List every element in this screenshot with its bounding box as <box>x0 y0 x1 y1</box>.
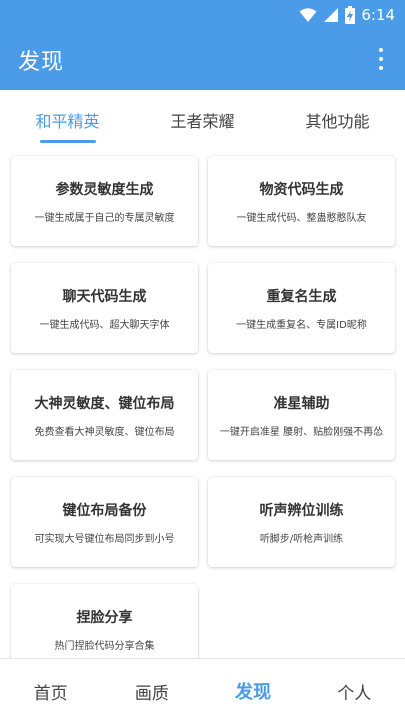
card-duplicate-name-generator[interactable]: 重复名生成 一键生成重复名、专属ID昵称 <box>208 263 395 353</box>
tab-honor-of-kings[interactable]: 王者荣耀 <box>135 90 270 148</box>
card-chat-code-generator[interactable]: 聊天代码生成 一键生成代码、超大聊天字体 <box>11 263 198 353</box>
card-item-code-generator[interactable]: 物资代码生成 一键生成代码、整蛊憨憨队友 <box>208 156 395 246</box>
card-description: 免费查看大神灵敏度、键位布局 <box>34 426 175 438</box>
nav-profile[interactable]: 个人 <box>304 659 405 720</box>
battery-charging-icon <box>345 6 356 24</box>
card-title: 大神灵敏度、键位布局 <box>34 395 175 412</box>
app-bar: 发现 <box>0 28 405 90</box>
card-description: 一键生成重复名、专属ID昵称 <box>236 319 367 331</box>
bottom-navigation: 首页 画质 发现 个人 <box>0 658 405 720</box>
feature-grid: 参数灵敏度生成 一键生成属于自己的专属灵敏度 物资代码生成 一键生成代码、整蛊憨… <box>11 156 395 658</box>
status-time: 6:14 <box>361 6 395 24</box>
card-description: 一键生成代码、整蛊憨憨队友 <box>236 212 367 224</box>
wifi-icon <box>299 8 317 22</box>
card-title: 听声辨位训练 <box>259 502 344 519</box>
more-options-icon[interactable] <box>371 48 391 70</box>
nav-graphics[interactable]: 画质 <box>101 659 202 720</box>
card-title: 物资代码生成 <box>259 181 344 198</box>
card-description: 可实现大号键位布局同步到小号 <box>34 533 175 545</box>
signal-icon <box>324 8 339 22</box>
card-pro-sensitivity-layout[interactable]: 大神灵敏度、键位布局 免费查看大神灵敏度、键位布局 <box>11 370 198 460</box>
card-title: 捏脸分享 <box>76 609 133 626</box>
status-bar: 6:14 <box>0 0 405 28</box>
card-description: 一键生成属于自己的专属灵敏度 <box>34 212 175 224</box>
card-description: 热门捏脸代码分享合集 <box>54 640 155 652</box>
card-title: 键位布局备份 <box>62 502 147 519</box>
card-layout-backup[interactable]: 键位布局备份 可实现大号键位布局同步到小号 <box>11 477 198 567</box>
card-sound-training[interactable]: 听声辨位训练 听脚步/听枪声训练 <box>208 477 395 567</box>
card-title: 准星辅助 <box>273 395 330 412</box>
tab-peace-elite[interactable]: 和平精英 <box>0 90 135 148</box>
card-sensitivity-generator[interactable]: 参数灵敏度生成 一键生成属于自己的专属灵敏度 <box>11 156 198 246</box>
card-title: 重复名生成 <box>266 288 337 305</box>
card-description: 一键生成代码、超大聊天字体 <box>39 319 170 331</box>
card-title: 聊天代码生成 <box>62 288 147 305</box>
status-icons: 6:14 <box>299 4 395 26</box>
card-title: 参数灵敏度生成 <box>55 181 154 198</box>
tab-bar: 和平精英 王者荣耀 其他功能 <box>0 90 405 148</box>
page-title: 发现 <box>18 50 65 75</box>
feature-list: 参数灵敏度生成 一键生成属于自己的专属灵敏度 物资代码生成 一键生成代码、整蛊憨… <box>0 148 405 658</box>
card-crosshair-assist[interactable]: 准星辅助 一键开启准星 腰射、贴脸刚强不再怂 <box>208 370 395 460</box>
nav-discover[interactable]: 发现 <box>203 659 304 720</box>
nav-home[interactable]: 首页 <box>0 659 101 720</box>
card-face-sharing[interactable]: 捏脸分享 热门捏脸代码分享合集 <box>11 584 198 658</box>
tab-other-functions[interactable]: 其他功能 <box>270 90 405 148</box>
card-description: 一键开启准星 腰射、贴脸刚强不再怂 <box>219 426 384 438</box>
card-description: 听脚步/听枪声训练 <box>259 533 344 545</box>
